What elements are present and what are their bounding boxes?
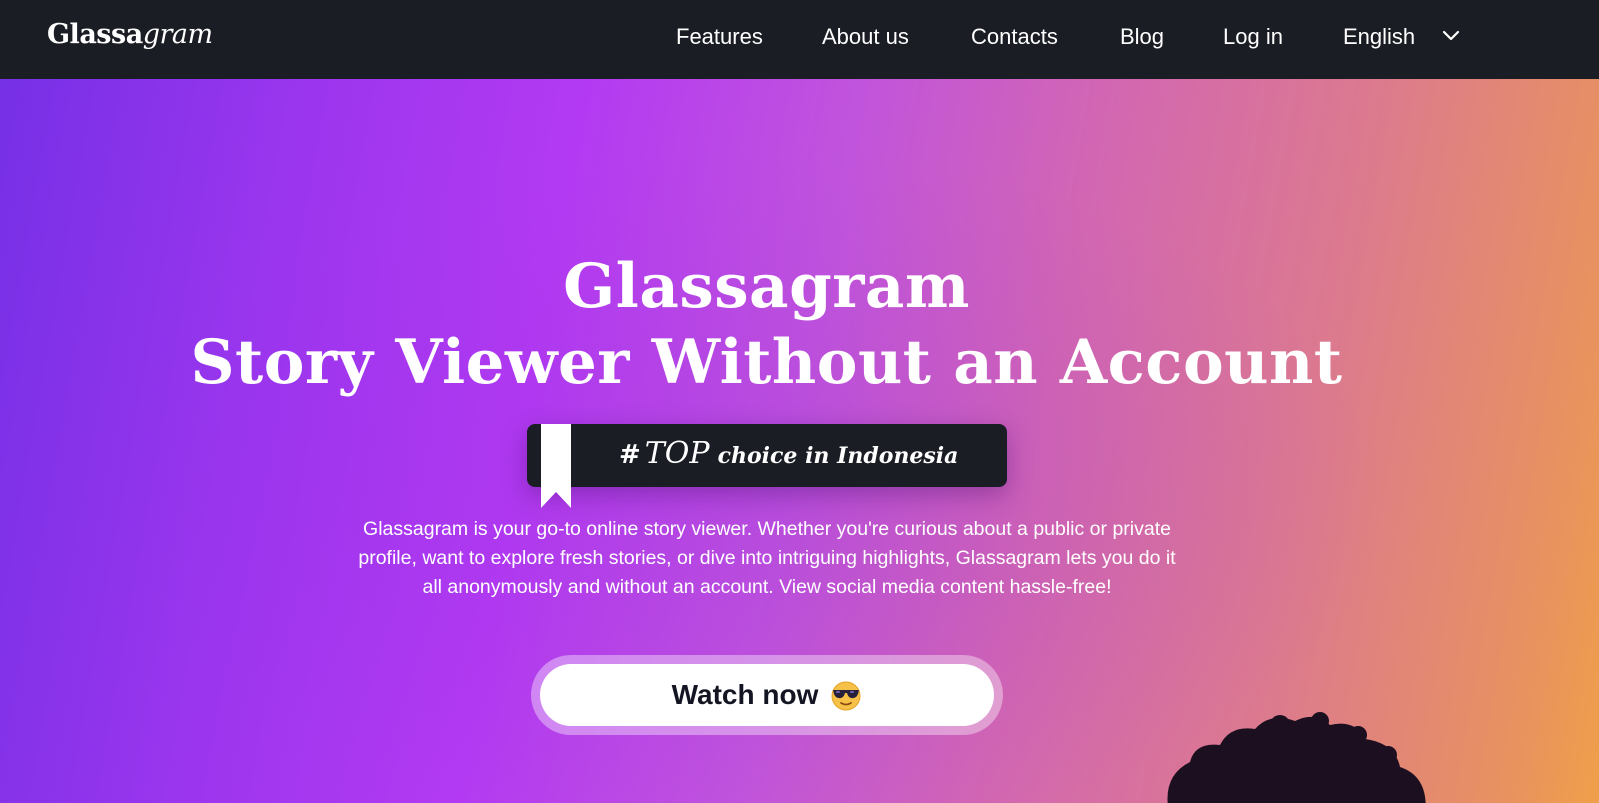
top-navbar: Glassagram Features About us Contacts Bl… [0,0,1599,79]
logo[interactable]: Glassagram [47,19,213,50]
person-hair-photo [1167,712,1426,803]
top-choice-badge: # TOP choice in Indonesia [527,424,1007,508]
badge-text: # TOP choice in Indonesia [619,436,958,471]
nav-features[interactable]: Features [676,24,763,50]
bookmark-ribbon-icon [541,424,571,508]
language-selector[interactable]: English [1343,24,1415,50]
chevron-down-icon[interactable] [1441,28,1461,44]
badge-choice-text: choice in Indonesia [717,443,959,469]
logo-bold: Glassa [47,19,143,50]
hero-section: Glassagram Story Viewer Without an Accou… [0,79,1599,803]
badge-hash: # [619,440,641,470]
nav-contacts[interactable]: Contacts [971,24,1058,50]
nav-about-us[interactable]: About us [822,24,909,50]
badge-top: TOP [644,436,710,471]
sunglasses-emoji-icon [831,681,861,711]
watch-now-button-ring: Watch now [531,655,1003,735]
watch-now-button[interactable]: Watch now [540,664,994,726]
hero-title-line1: Glassagram [563,251,970,322]
logo-italic: gram [142,19,213,50]
watch-now-label: Watch now [671,679,819,710]
nav-blog[interactable]: Blog [1120,24,1164,50]
hero-description: Glassagram is your go-to online story vi… [358,518,1176,598]
nav-log-in[interactable]: Log in [1223,24,1283,50]
hero-title-line2: Story Viewer Without an Account [190,327,1343,398]
